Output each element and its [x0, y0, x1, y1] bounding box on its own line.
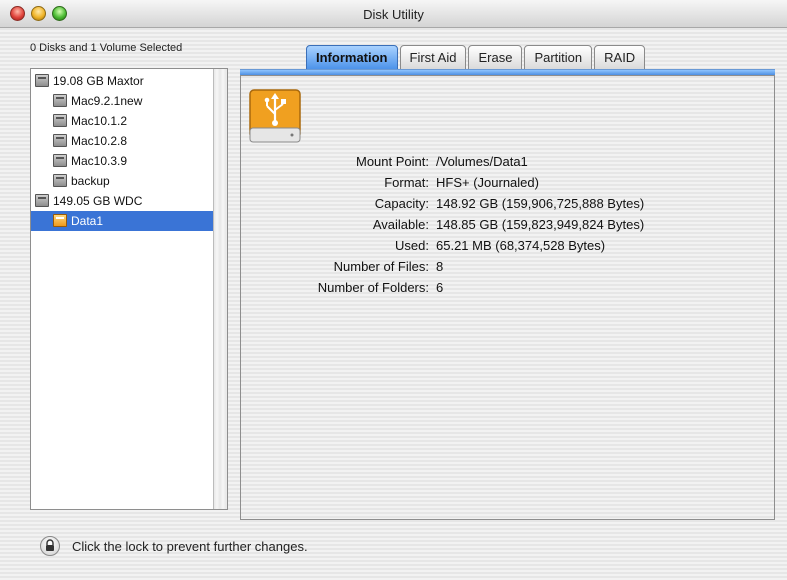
- volume-item-mac921new[interactable]: Mac9.2.1new: [31, 91, 214, 111]
- hard-disk-icon: [53, 94, 67, 107]
- tab-bar: Information First Aid Erase Partition RA…: [306, 45, 647, 71]
- hard-disk-icon: [53, 114, 67, 127]
- hard-disk-icon: [35, 194, 49, 207]
- info-row-available: Available: 148.85 GB (159,823,949,824 By…: [240, 214, 775, 235]
- info-row-capacity: Capacity: 148.92 GB (159,906,725,888 Byt…: [240, 193, 775, 214]
- hard-disk-icon: [35, 74, 49, 87]
- info-label: Number of Folders:: [317, 280, 429, 295]
- disk-list-items: 19.08 GB Maxtor Mac9.2.1new Mac10.1.2 Ma…: [31, 71, 214, 231]
- tab-information[interactable]: Information: [306, 45, 398, 70]
- volume-item-label: Mac10.2.8: [71, 134, 128, 148]
- info-value: 148.92 GB (159,906,725,888 Bytes): [436, 196, 645, 211]
- volume-item-label: Data1: [71, 214, 104, 228]
- lock-status-text: Click the lock to prevent further change…: [72, 539, 308, 554]
- lock-icon: [46, 539, 54, 551]
- disk-list-scrollbar[interactable]: [213, 69, 227, 509]
- volume-item-mac1028[interactable]: Mac10.2.8: [31, 131, 214, 151]
- info-label: Format:: [384, 175, 429, 190]
- volume-item-label: backup: [71, 174, 110, 188]
- disk-list: 19.08 GB Maxtor Mac9.2.1new Mac10.1.2 Ma…: [30, 68, 228, 510]
- info-value: 6: [436, 280, 444, 295]
- hard-disk-icon: [53, 154, 67, 167]
- volume-item-data1[interactable]: Data1: [31, 211, 214, 231]
- tab-first-aid[interactable]: First Aid: [399, 45, 467, 70]
- usb-drive-icon: [53, 214, 67, 227]
- volume-info: Mount Point: /Volumes/Data1 Format: HFS+…: [240, 151, 775, 298]
- info-value: HFS+ (Journaled): [436, 175, 539, 190]
- volume-item-label: Mac10.3.9: [71, 154, 128, 168]
- volume-item-label: Mac9.2.1new: [71, 94, 143, 108]
- info-row-used: Used: 65.21 MB (68,374,528 Bytes): [240, 235, 775, 256]
- info-row-mount-point: Mount Point: /Volumes/Data1: [240, 151, 775, 172]
- info-value: 65.21 MB (68,374,528 Bytes): [436, 238, 606, 253]
- disk-item-label: 19.08 GB Maxtor: [53, 74, 144, 88]
- tab-erase[interactable]: Erase: [468, 45, 523, 70]
- info-row-format: Format: HFS+ (Journaled): [240, 172, 775, 193]
- volume-item-mac1039[interactable]: Mac10.3.9: [31, 151, 214, 171]
- info-label: Mount Point:: [356, 154, 429, 169]
- disk-item-wdc[interactable]: 149.05 GB WDC: [31, 191, 214, 211]
- info-label: Capacity:: [374, 196, 429, 211]
- info-row-number-of-files: Number of Files: 8: [240, 256, 775, 277]
- volume-item-label: Mac10.1.2: [71, 114, 128, 128]
- info-label: Used:: [395, 238, 429, 253]
- disk-item-maxtor[interactable]: 19.08 GB Maxtor: [31, 71, 214, 91]
- usb-drive-icon: [249, 89, 301, 143]
- volume-item-mac1012[interactable]: Mac10.1.2: [31, 111, 214, 131]
- hard-disk-icon: [53, 134, 67, 147]
- lock-button[interactable]: [40, 536, 60, 556]
- info-row-number-of-folders: Number of Folders: 6: [240, 277, 775, 298]
- info-value: /Volumes/Data1: [436, 154, 528, 169]
- info-value: 148.85 GB (159,823,949,824 Bytes): [436, 217, 645, 232]
- disk-item-label: 149.05 GB WDC: [53, 194, 143, 208]
- title-bar: Disk Utility: [0, 0, 787, 28]
- hard-disk-icon: [53, 174, 67, 187]
- info-label: Number of Files:: [333, 259, 429, 274]
- info-value: 8: [436, 259, 444, 274]
- volume-item-backup[interactable]: backup: [31, 171, 214, 191]
- tab-raid[interactable]: RAID: [594, 45, 646, 70]
- window-title: Disk Utility: [363, 7, 424, 22]
- info-label: Available:: [372, 217, 429, 232]
- tab-partition[interactable]: Partition: [524, 45, 593, 70]
- selection-summary: 0 Disks and 1 Volume Selected: [30, 42, 183, 54]
